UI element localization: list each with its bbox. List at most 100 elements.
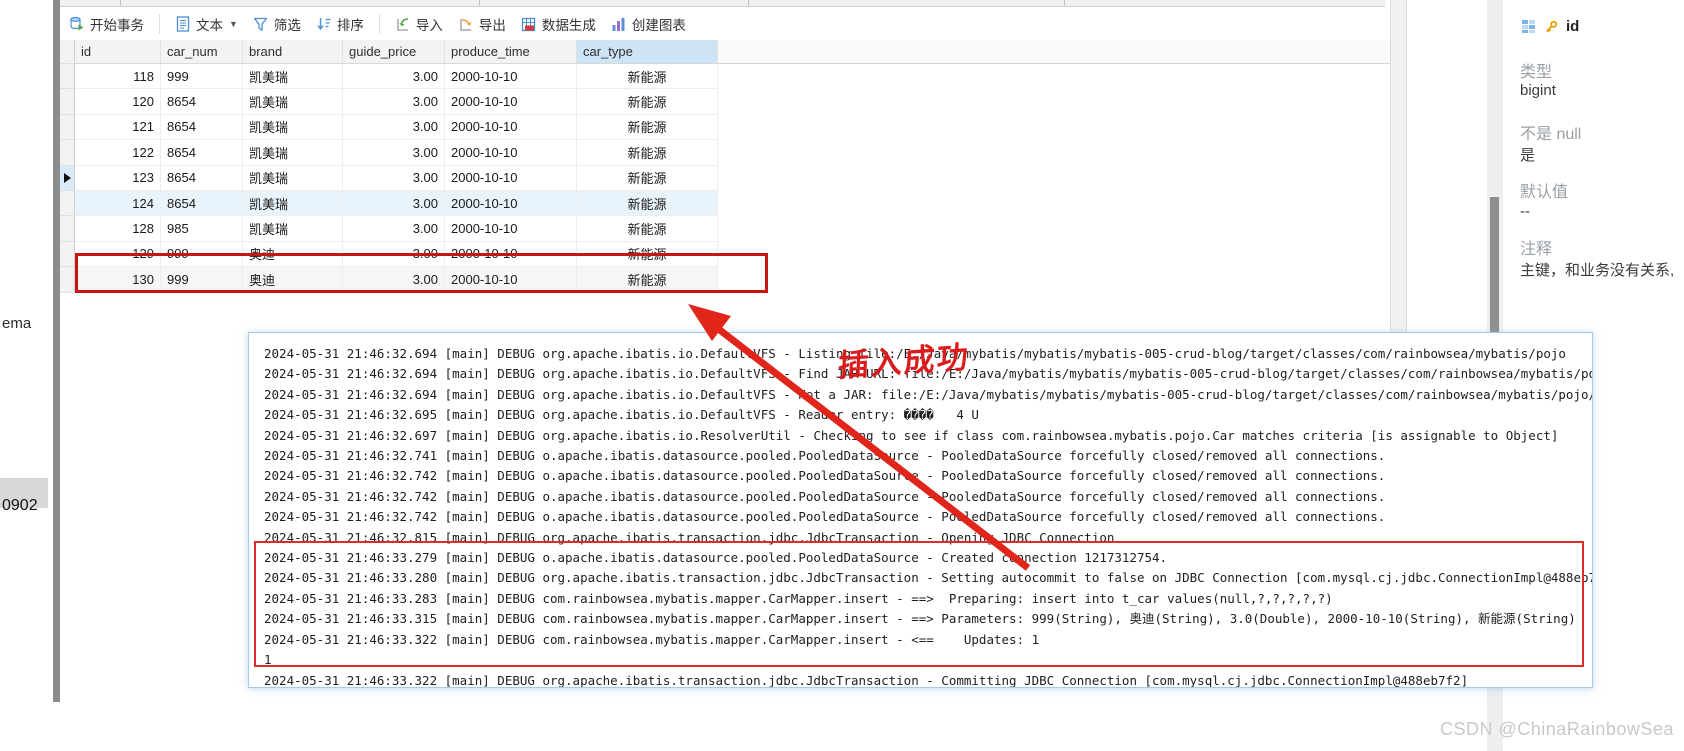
text-view-button[interactable]: 文本 ▼ <box>175 14 238 34</box>
begin-transaction-button[interactable]: 开始事务 <box>69 14 144 34</box>
cell-car_type[interactable]: 新能源 <box>577 267 718 293</box>
column-header-id[interactable]: id <box>75 40 161 64</box>
cell-car_num[interactable]: 985 <box>161 216 243 242</box>
row-gutter-cell[interactable] <box>60 165 75 191</box>
cell-produce_time[interactable]: 2000-10-10 <box>445 114 577 141</box>
table-row[interactable]: 121 8654 凯美瑞 3.00 2000-10-10 新能源 <box>60 114 718 141</box>
row-gutter-cell[interactable] <box>60 114 75 141</box>
cell-guide_price[interactable]: 3.00 <box>343 89 445 115</box>
row-gutter-cell[interactable] <box>60 64 75 90</box>
cell-brand[interactable]: 凯美瑞 <box>243 89 343 115</box>
table-row[interactable]: 129 999 奥迪 3.00 2000-10-10 新能源 <box>60 241 718 268</box>
export-button[interactable]: 导出 <box>458 14 506 34</box>
table-row[interactable]: 118 999 凯美瑞 3.00 2000-10-10 新能源 <box>60 64 718 90</box>
column-header-car-num[interactable]: car_num <box>161 40 243 64</box>
cell-brand[interactable]: 凯美瑞 <box>243 114 343 141</box>
column-header-guide-price[interactable]: guide_price <box>343 40 445 64</box>
log-line: 2024-05-31 21:46:33.322 [main] DEBUG org… <box>264 672 1469 688</box>
import-button[interactable]: 导入 <box>395 14 443 34</box>
row-gutter-cell[interactable] <box>60 267 75 293</box>
column-header-produce-time[interactable]: produce_time <box>445 40 577 64</box>
cell-guide_price[interactable]: 3.00 <box>343 216 445 242</box>
log-line: 2024-05-31 21:46:32.742 [main] DEBUG o.a… <box>264 468 1386 484</box>
cell-id[interactable]: 121 <box>75 114 161 141</box>
cell-produce_time[interactable]: 2000-10-10 <box>445 64 577 90</box>
row-gutter-cell[interactable] <box>60 190 75 217</box>
cell-brand[interactable]: 奥迪 <box>243 267 343 293</box>
cell-id[interactable]: 129 <box>75 241 161 268</box>
table-row[interactable]: 128 985 凯美瑞 3.00 2000-10-10 新能源 <box>60 216 718 242</box>
row-gutter-cell[interactable] <box>60 241 75 268</box>
cell-id[interactable]: 128 <box>75 216 161 242</box>
cell-car_num[interactable]: 8654 <box>161 140 243 166</box>
cell-produce_time[interactable]: 2000-10-10 <box>445 165 577 191</box>
grid-header-extension <box>718 40 1390 64</box>
column-name: id <box>1566 18 1580 35</box>
cell-car_type[interactable]: 新能源 <box>577 89 718 115</box>
debug-log-console[interactable]: 2024-05-31 21:46:32.694 [main] DEBUG org… <box>248 332 1593 688</box>
cell-id[interactable]: 124 <box>75 190 161 217</box>
cell-car_type[interactable]: 新能源 <box>577 190 718 217</box>
row-gutter-cell[interactable] <box>60 216 75 242</box>
cell-brand[interactable]: 凯美瑞 <box>243 216 343 242</box>
cell-id[interactable]: 120 <box>75 89 161 115</box>
cell-car_num[interactable]: 8654 <box>161 190 243 217</box>
cell-car_type[interactable]: 新能源 <box>577 64 718 90</box>
log-line: 2024-05-31 21:46:33.279 [main] DEBUG o.a… <box>264 550 1168 566</box>
cell-id[interactable]: 118 <box>75 64 161 90</box>
cell-brand[interactable]: 凯美瑞 <box>243 64 343 90</box>
cell-car_num[interactable]: 999 <box>161 64 243 90</box>
log-line: 2024-05-31 21:46:32.694 [main] DEBUG org… <box>264 346 1566 361</box>
tab-bar-sliver <box>60 0 1385 7</box>
table-row[interactable]: 130 999 奥迪 3.00 2000-10-10 新能源 <box>60 267 718 293</box>
cell-guide_price[interactable]: 3.00 <box>343 64 445 90</box>
cell-guide_price[interactable]: 3.00 <box>343 114 445 141</box>
sort-button[interactable]: 排序 <box>316 14 364 34</box>
cell-car_type[interactable]: 新能源 <box>577 114 718 141</box>
cell-produce_time[interactable]: 2000-10-10 <box>445 267 577 293</box>
create-chart-button[interactable]: 创建图表 <box>611 14 686 34</box>
cell-produce_time[interactable]: 2000-10-10 <box>445 241 577 268</box>
cell-car_num[interactable]: 999 <box>161 241 243 268</box>
cell-id[interactable]: 130 <box>75 267 161 293</box>
row-gutter-cell[interactable] <box>60 140 75 166</box>
cell-produce_time[interactable]: 2000-10-10 <box>445 216 577 242</box>
left-item-fragment: 0902 <box>2 497 38 514</box>
data-generate-button[interactable]: 数据生成 <box>521 14 596 34</box>
cell-car_num[interactable]: 8654 <box>161 114 243 141</box>
cell-car_type[interactable]: 新能源 <box>577 216 718 242</box>
cell-brand[interactable]: 凯美瑞 <box>243 140 343 166</box>
cell-car_type[interactable]: 新能源 <box>577 241 718 268</box>
cell-guide_price[interactable]: 3.00 <box>343 140 445 166</box>
cell-car_type[interactable]: 新能源 <box>577 140 718 166</box>
cell-car_num[interactable]: 8654 <box>161 89 243 115</box>
cell-id[interactable]: 122 <box>75 140 161 166</box>
cell-brand[interactable]: 奥迪 <box>243 241 343 268</box>
log-line: 2024-05-31 21:46:32.742 [main] DEBUG o.a… <box>264 509 1386 525</box>
column-header-car-type[interactable]: car_type <box>577 40 718 64</box>
column-header-brand[interactable]: brand <box>243 40 343 64</box>
cell-brand[interactable]: 凯美瑞 <box>243 190 343 217</box>
table-row[interactable]: 124 8654 凯美瑞 3.00 2000-10-10 新能源 <box>60 190 718 217</box>
cell-id[interactable]: 123 <box>75 165 161 191</box>
row-gutter-cell[interactable] <box>60 89 75 115</box>
cell-guide_price[interactable]: 3.00 <box>343 165 445 191</box>
cell-produce_time[interactable]: 2000-10-10 <box>445 190 577 217</box>
cell-car_type[interactable]: 新能源 <box>577 165 718 191</box>
scrollbar-thumb[interactable] <box>1490 197 1499 333</box>
column-info-title: id <box>1520 18 1579 35</box>
cell-guide_price[interactable]: 3.00 <box>343 267 445 293</box>
cell-produce_time[interactable]: 2000-10-10 <box>445 89 577 115</box>
filter-button[interactable]: 筛选 <box>253 14 301 34</box>
cell-car_num[interactable]: 8654 <box>161 165 243 191</box>
cell-guide_price[interactable]: 3.00 <box>343 190 445 217</box>
table-row[interactable]: 123 8654 凯美瑞 3.00 2000-10-10 新能源 <box>60 165 718 191</box>
cell-brand[interactable]: 凯美瑞 <box>243 165 343 191</box>
table-row[interactable]: 120 8654 凯美瑞 3.00 2000-10-10 新能源 <box>60 89 718 115</box>
cell-guide_price[interactable]: 3.00 <box>343 241 445 268</box>
cell-produce_time[interactable]: 2000-10-10 <box>445 140 577 166</box>
screenshot-stage: ema 0902 开始事务 文本 ▼ 筛选 排序 导入 导出 数据生成 创建图表… <box>0 0 1684 751</box>
table-row[interactable]: 122 8654 凯美瑞 3.00 2000-10-10 新能源 <box>60 140 718 166</box>
cell-car_num[interactable]: 999 <box>161 267 243 293</box>
log-line: 2024-05-31 21:46:33.315 [main] DEBUG com… <box>264 611 1576 627</box>
